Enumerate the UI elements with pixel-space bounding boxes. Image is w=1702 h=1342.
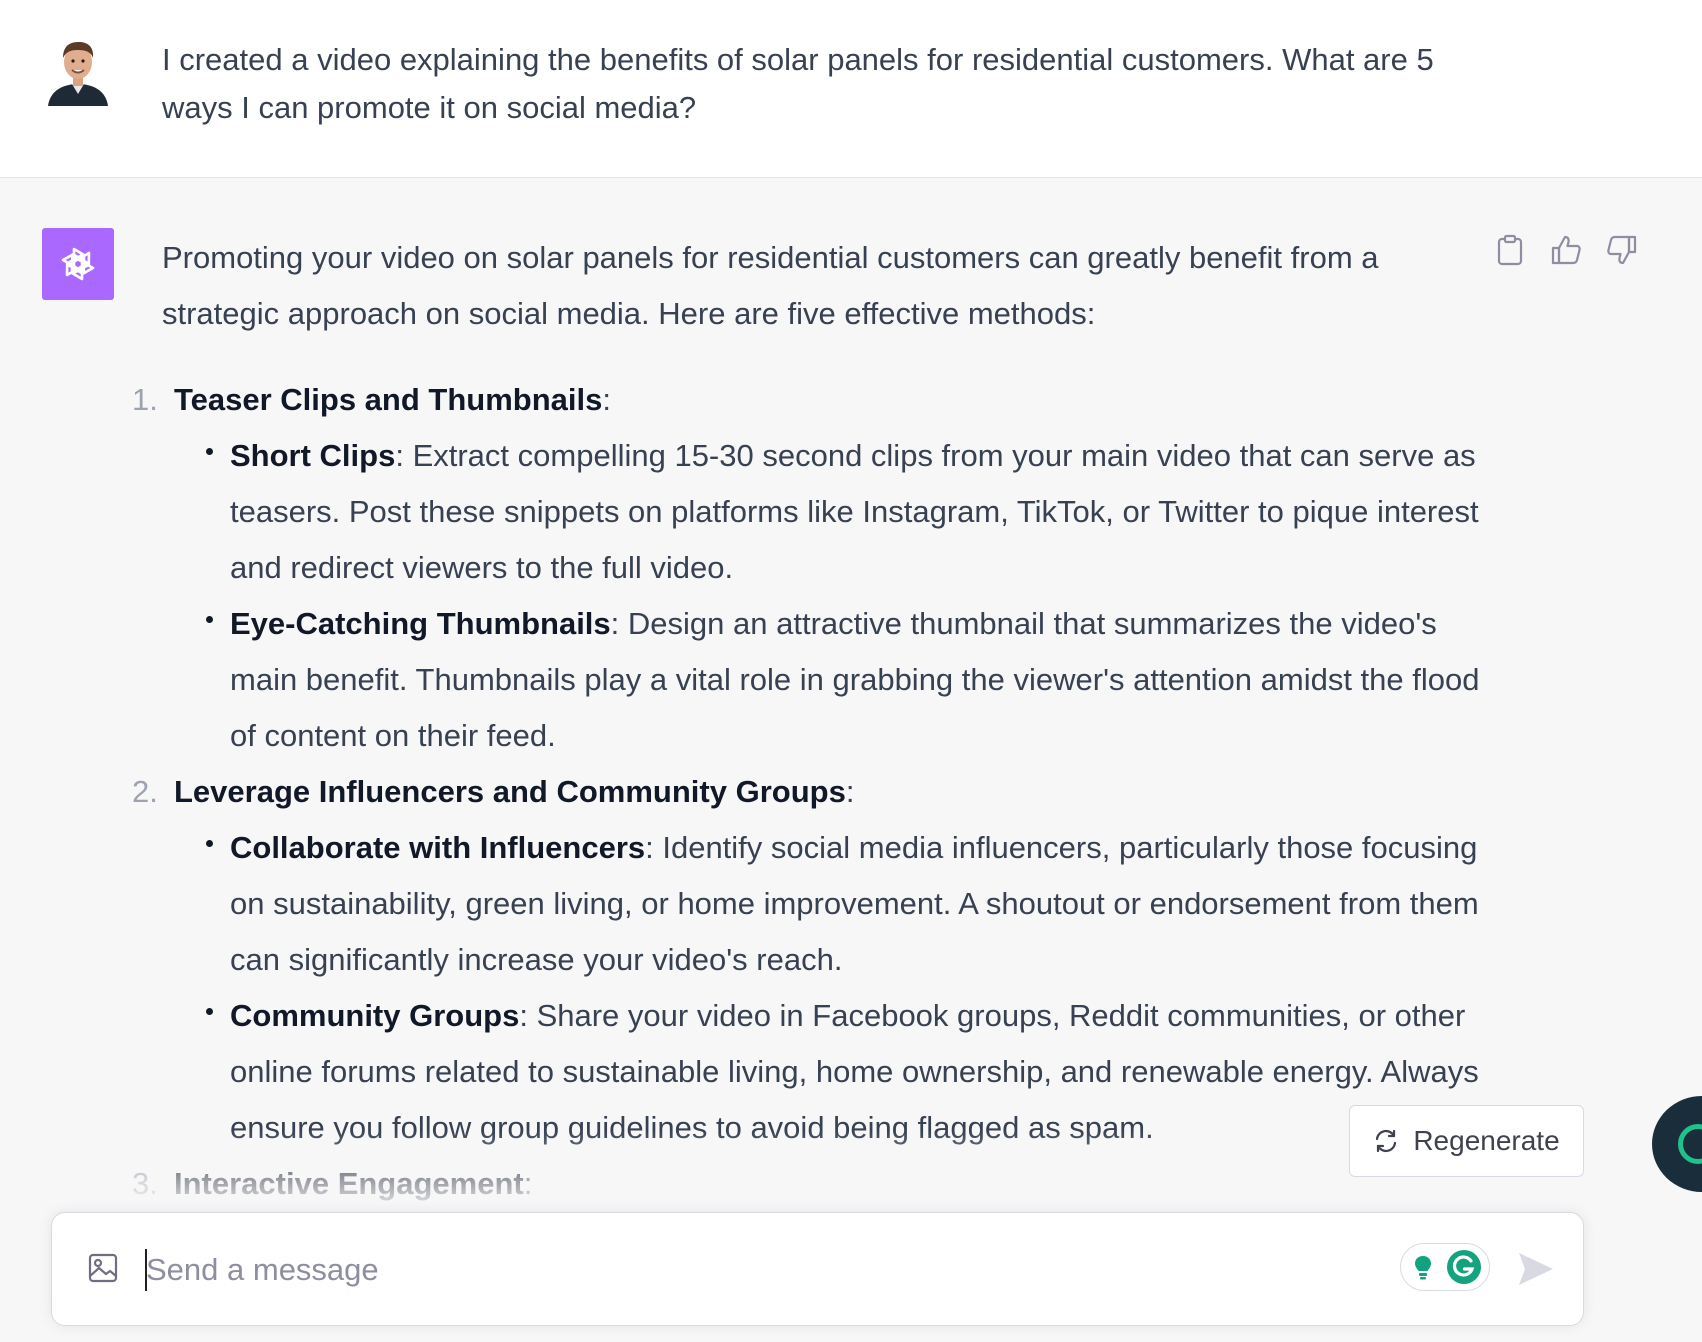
section-heading: Teaser Clips and Thumbnails — [174, 382, 603, 417]
assistant-intro: Promoting your video on solar panels for… — [162, 240, 1379, 331]
chatgpt-logo-icon — [42, 228, 114, 300]
bullet-item: Community Groups: Share your video in Fa… — [206, 988, 1482, 1156]
user-message-row: I created a video explaining the benefit… — [0, 0, 1702, 178]
bullet-title: Community Groups — [230, 998, 520, 1033]
bullet-item: Collaborate with Influencers: Identify s… — [206, 820, 1482, 988]
assistant-message-content: Promoting your video on solar panels for… — [132, 230, 1482, 1212]
bullet-item: Short Clips: Extract compelling 15-30 se… — [206, 428, 1482, 596]
extension-pill[interactable] — [1400, 1243, 1490, 1291]
bullet-title: Short Clips — [230, 438, 396, 473]
user-message-text: I created a video explaining the benefit… — [162, 42, 1434, 125]
thumbs-down-icon[interactable] — [1604, 232, 1640, 268]
lightbulb-extension-icon[interactable] — [1408, 1252, 1438, 1282]
send-icon[interactable] — [1513, 1247, 1557, 1291]
section-heading: Interactive Engagement — [174, 1166, 524, 1201]
grammarly-icon[interactable] — [1446, 1249, 1482, 1285]
bullet-list: Short Clips: Extract compelling 15-30 se… — [174, 428, 1482, 764]
list-item: 3. Interactive Engagement: — [132, 1156, 1482, 1212]
section-heading: Leverage Influencers and Community Group… — [174, 774, 846, 809]
regenerate-button[interactable]: Regenerate — [1349, 1105, 1584, 1177]
message-input[interactable] — [144, 1243, 1428, 1297]
message-composer — [51, 1212, 1584, 1326]
bullet-title: Eye-Catching Thumbnails — [230, 606, 611, 641]
message-actions — [1492, 232, 1640, 268]
text-caret — [145, 1249, 147, 1291]
list-number: 2. — [132, 774, 158, 809]
bullet-item: Eye-Catching Thumbnails: Design an attra… — [206, 596, 1482, 764]
section-colon: : — [845, 774, 855, 809]
image-icon[interactable] — [86, 1251, 120, 1285]
list-item: 2. Leverage Influencers and Community Gro… — [132, 764, 1482, 1156]
thumbs-up-icon[interactable] — [1548, 232, 1584, 268]
list-number: 1. — [132, 382, 158, 417]
methods-list: 1. Teaser Clips and Thumbnails: Short Cli… — [132, 372, 1482, 1212]
list-number: 3. — [132, 1166, 158, 1201]
section-colon: : — [602, 382, 611, 417]
assistant-message-row: Promoting your video on solar panels for… — [0, 178, 1702, 1208]
clipboard-icon[interactable] — [1492, 232, 1528, 268]
grammarly-bubble-icon — [1678, 1124, 1702, 1164]
regenerate-label: Regenerate — [1413, 1125, 1560, 1156]
bullet-title: Collaborate with Influencers — [230, 830, 646, 865]
section-colon: : — [523, 1166, 533, 1201]
bullet-list: Collaborate with Influencers: Identify s… — [174, 820, 1482, 1156]
list-item: 1. Teaser Clips and Thumbnails: Short Cli… — [132, 372, 1482, 764]
refresh-icon — [1376, 1129, 1397, 1153]
bullet-text: : Extract compelling 15-30 second clips … — [230, 438, 1479, 585]
user-avatar — [42, 34, 114, 106]
